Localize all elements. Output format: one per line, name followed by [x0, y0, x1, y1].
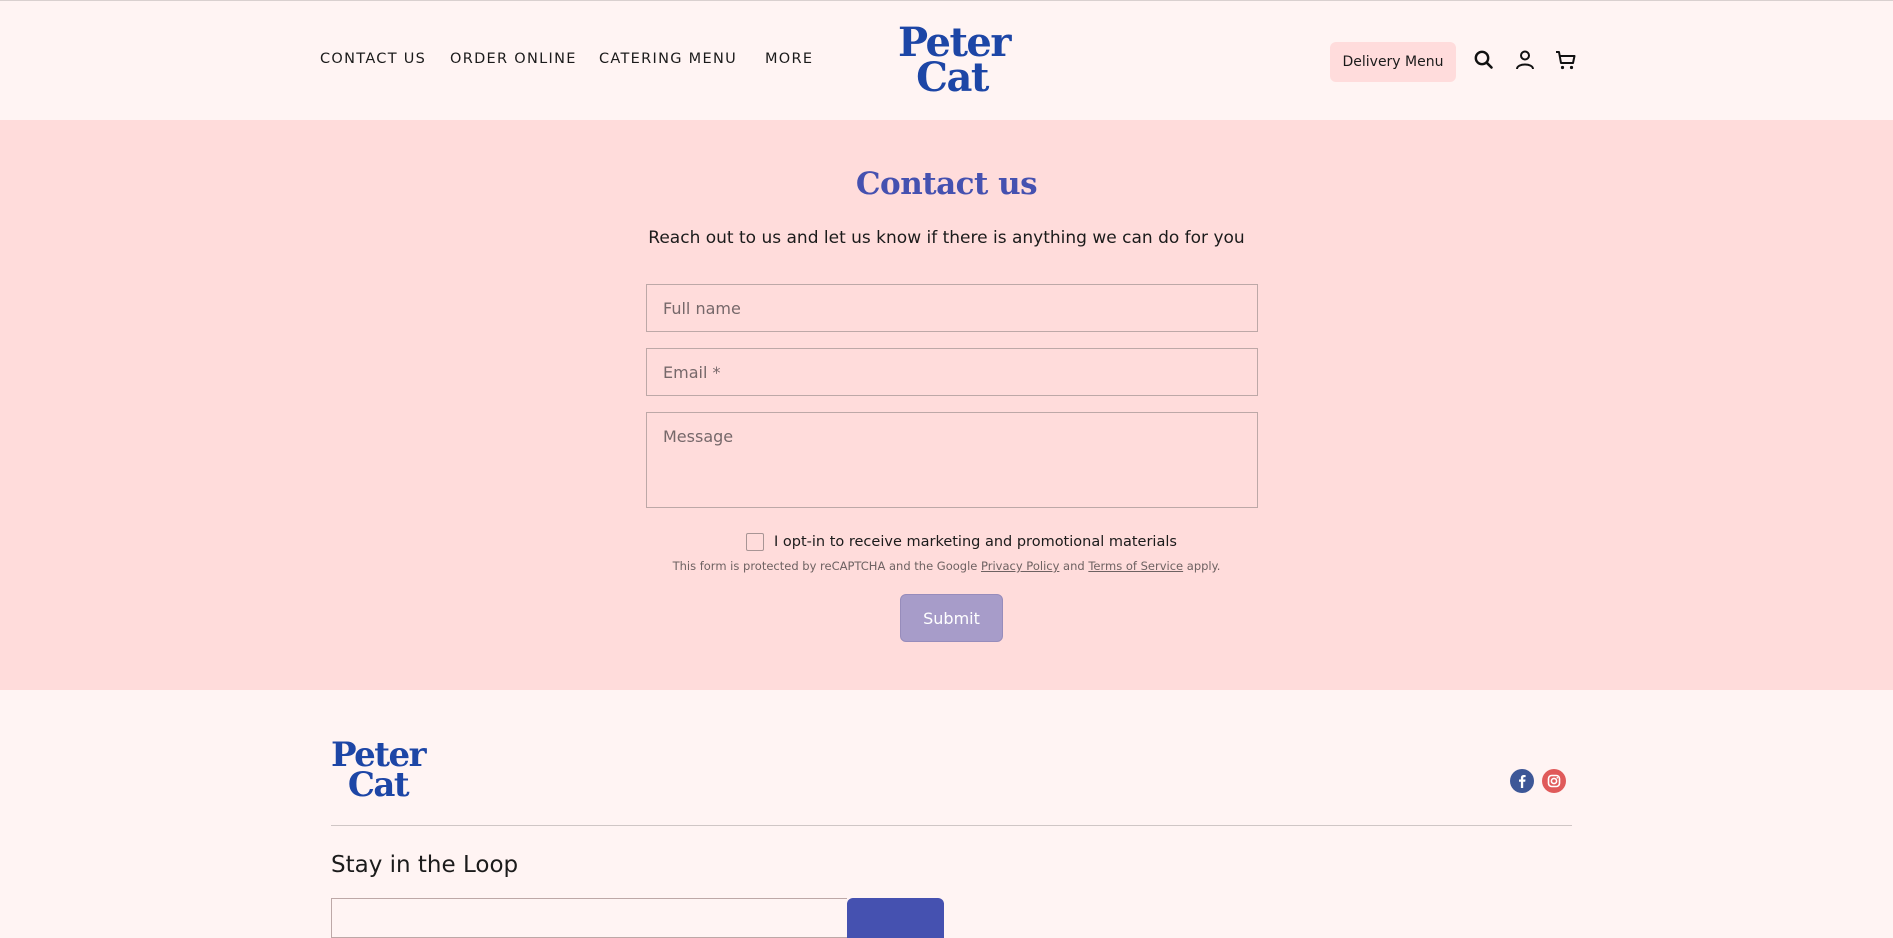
email-field[interactable] [646, 348, 1258, 396]
optin-row: I opt-in to receive marketing and promot… [746, 533, 1177, 551]
nav-catering-menu[interactable]: CATERING MENU [599, 51, 737, 67]
terms-of-service-link[interactable]: Terms of Service [1088, 559, 1183, 573]
delivery-menu-button[interactable]: Delivery Menu [1330, 42, 1456, 82]
nav-more[interactable]: MORE [765, 51, 813, 67]
newsletter-title: Stay in the Loop [331, 852, 519, 878]
optin-checkbox[interactable] [746, 533, 764, 551]
nav-order-online[interactable]: ORDER ONLINE [450, 51, 577, 67]
page-title: Contact us [855, 166, 1038, 202]
recaptcha-suffix: apply. [1186, 559, 1221, 573]
cart-icon[interactable] [1554, 48, 1578, 72]
submit-button[interactable]: Submit [900, 594, 1003, 642]
message-field[interactable] [646, 412, 1258, 508]
contact-subtitle: Reach out to us and let us know if there… [648, 228, 1245, 248]
account-icon[interactable] [1513, 48, 1537, 72]
site-footer [0, 690, 1893, 906]
full-name-field[interactable] [646, 284, 1258, 332]
newsletter-email-input[interactable] [331, 898, 847, 938]
footer-divider [331, 825, 1572, 826]
optin-label: I opt-in to receive marketing and promot… [774, 534, 1177, 550]
footer-logo[interactable]: Peter Cat [330, 738, 427, 802]
recaptcha-prefix: This form is protected by reCAPTCHA and … [672, 559, 978, 573]
instagram-icon[interactable] [1542, 769, 1566, 793]
recaptcha-and: and [1063, 559, 1085, 573]
site-header: CONTACT US ORDER ONLINE CATERING MENU MO… [0, 1, 1893, 120]
search-icon[interactable] [1472, 48, 1496, 72]
site-logo[interactable]: Peter Cat [898, 23, 1011, 98]
recaptcha-notice: This form is protected by reCAPTCHA and … [0, 559, 1893, 573]
privacy-policy-link[interactable]: Privacy Policy [981, 559, 1059, 573]
facebook-icon[interactable] [1510, 769, 1534, 793]
nav-contact-us[interactable]: CONTACT US [320, 51, 426, 67]
newsletter-submit-button[interactable] [847, 898, 944, 938]
